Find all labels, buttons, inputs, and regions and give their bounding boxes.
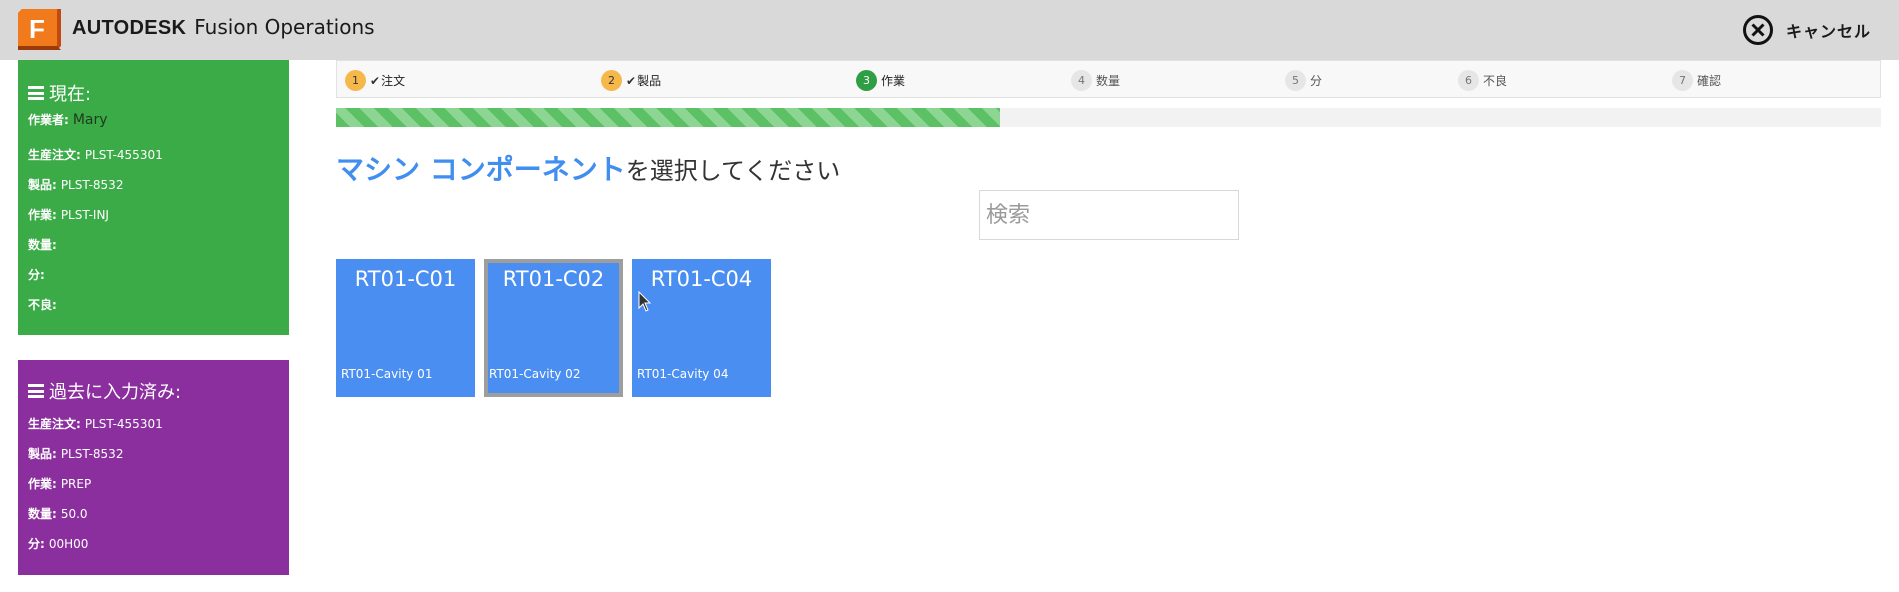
current-row-product: 製品: PLST-8532 bbox=[28, 176, 123, 193]
row-value: PLST-INJ bbox=[60, 208, 109, 222]
row-label: 生産注文: bbox=[28, 148, 81, 162]
step-number: 3 bbox=[856, 70, 877, 91]
past-panel-title: 過去に入力済み: bbox=[28, 378, 181, 404]
step-operation[interactable]: 3 作業 bbox=[856, 70, 905, 91]
hamburger-icon bbox=[28, 384, 44, 398]
row-label: 生産注文: bbox=[28, 417, 81, 431]
past-row-operation: 作業: PREP bbox=[28, 475, 91, 492]
component-code: RT01-C04 bbox=[650, 267, 753, 291]
step-number: 2 bbox=[601, 70, 622, 91]
row-value: PLST-8532 bbox=[60, 178, 124, 192]
component-description: RT01-Cavity 01 bbox=[341, 367, 433, 381]
row-label: 作業: bbox=[28, 208, 57, 222]
row-label: 作業: bbox=[28, 477, 57, 491]
hamburger-icon bbox=[28, 86, 44, 100]
component-tile[interactable]: RT01-C04 RT01-Cavity 04 bbox=[632, 259, 771, 397]
past-panel-title-text: 過去に入力済み: bbox=[49, 382, 182, 403]
step-number: 4 bbox=[1071, 70, 1092, 91]
component-description: RT01-Cavity 02 bbox=[489, 367, 581, 381]
current-row-operator: 作業者: Mary bbox=[28, 111, 108, 128]
row-value: PLST-455301 bbox=[84, 148, 163, 162]
row-label: 作業者: bbox=[28, 113, 69, 127]
past-row-minutes: 分: 00H00 bbox=[28, 535, 88, 552]
step-product[interactable]: 2 ✔ 製品 bbox=[601, 70, 661, 91]
component-tile[interactable]: RT01-C01 RT01-Cavity 01 bbox=[336, 259, 475, 397]
step-confirm: 7 確認 bbox=[1672, 70, 1721, 91]
row-value: Mary bbox=[72, 112, 108, 128]
step-number: 7 bbox=[1672, 70, 1693, 91]
current-panel-title: 現在: bbox=[28, 80, 91, 106]
brand-name: AUTODESK Fusion Operations bbox=[72, 15, 375, 40]
step-defects: 6 不良 bbox=[1458, 70, 1507, 91]
row-value: 50.0 bbox=[60, 507, 88, 521]
step-number: 6 bbox=[1458, 70, 1479, 91]
step-label: 不良 bbox=[1483, 74, 1508, 88]
current-row-minutes: 分: bbox=[28, 266, 49, 283]
row-label: 数量: bbox=[28, 507, 57, 521]
row-label: 製品: bbox=[28, 447, 57, 461]
past-row-order: 生産注文: PLST-455301 bbox=[28, 415, 163, 432]
component-tile[interactable]: RT01-C02 RT01-Cavity 02 bbox=[484, 259, 623, 397]
page-title-accent: マシン コンポーネント bbox=[336, 153, 626, 186]
fusion-logo-icon: F bbox=[18, 9, 61, 50]
step-label: 製品 bbox=[637, 74, 662, 88]
current-row-operation: 作業: PLST-INJ bbox=[28, 206, 109, 223]
cancel-label: キャンセル bbox=[1785, 22, 1871, 41]
row-value: 00H00 bbox=[48, 537, 89, 551]
past-entries-panel: 過去に入力済み: 生産注文: PLST-455301 製品: PLST-8532 作… bbox=[18, 360, 289, 575]
row-label: 不良: bbox=[28, 298, 57, 312]
progress-bar bbox=[336, 108, 1881, 127]
search-input[interactable] bbox=[979, 190, 1239, 240]
current-row-order: 生産注文: PLST-455301 bbox=[28, 146, 163, 163]
past-row-quantity: 数量: 50.0 bbox=[28, 505, 88, 522]
step-label: 作業 bbox=[881, 74, 906, 88]
step-number: 5 bbox=[1285, 70, 1306, 91]
step-label: 分 bbox=[1310, 74, 1323, 88]
row-label: 分: bbox=[28, 268, 45, 282]
step-label: 確認 bbox=[1697, 74, 1722, 88]
mouse-cursor-icon bbox=[638, 291, 652, 312]
row-label: 分: bbox=[28, 537, 45, 551]
brand-company: AUTODESK bbox=[72, 17, 187, 39]
page-title: マシン コンポーネントを選択してください bbox=[336, 148, 840, 188]
step-quantity: 4 数量 bbox=[1071, 70, 1120, 91]
current-row-quantity: 数量: bbox=[28, 236, 61, 253]
step-label: 注文 bbox=[381, 74, 406, 88]
step-order[interactable]: 1 ✔ 注文 bbox=[345, 70, 405, 91]
row-label: 製品: bbox=[28, 178, 57, 192]
component-code: RT01-C01 bbox=[354, 267, 457, 291]
cancel-button[interactable]: キャンセル bbox=[1742, 12, 1871, 48]
past-row-product: 製品: PLST-8532 bbox=[28, 445, 123, 462]
page-title-rest: を選択してください bbox=[625, 157, 841, 185]
progress-bar-fill bbox=[336, 108, 1001, 127]
brand-product: Fusion Operations bbox=[194, 15, 375, 39]
wizard-steps: 1 ✔ 注文 2 ✔ 製品 3 作業 4 数量 5 分 6 不良 7 確認 bbox=[336, 60, 1881, 98]
row-value: PLST-455301 bbox=[84, 417, 163, 431]
step-number: 1 bbox=[345, 70, 366, 91]
svg-text:F: F bbox=[29, 14, 45, 44]
current-info-panel: 現在: 作業者: Mary 生産注文: PLST-455301 製品: PLST-85… bbox=[18, 60, 289, 335]
row-label: 数量: bbox=[28, 238, 57, 252]
step-minutes: 5 分 bbox=[1285, 70, 1322, 91]
step-label: 数量 bbox=[1096, 74, 1121, 88]
close-circle-icon bbox=[1742, 15, 1773, 45]
check-icon: ✔ bbox=[626, 73, 637, 88]
current-row-defects: 不良: bbox=[28, 296, 61, 313]
row-value: PLST-8532 bbox=[60, 447, 124, 461]
current-panel-title-text: 現在: bbox=[49, 84, 92, 105]
row-value: PREP bbox=[60, 477, 92, 491]
component-description: RT01-Cavity 04 bbox=[637, 367, 729, 381]
component-code: RT01-C02 bbox=[502, 267, 605, 291]
app-header: F AUTODESK Fusion Operations キャンセル bbox=[0, 0, 1899, 60]
check-icon: ✔ bbox=[370, 73, 381, 88]
